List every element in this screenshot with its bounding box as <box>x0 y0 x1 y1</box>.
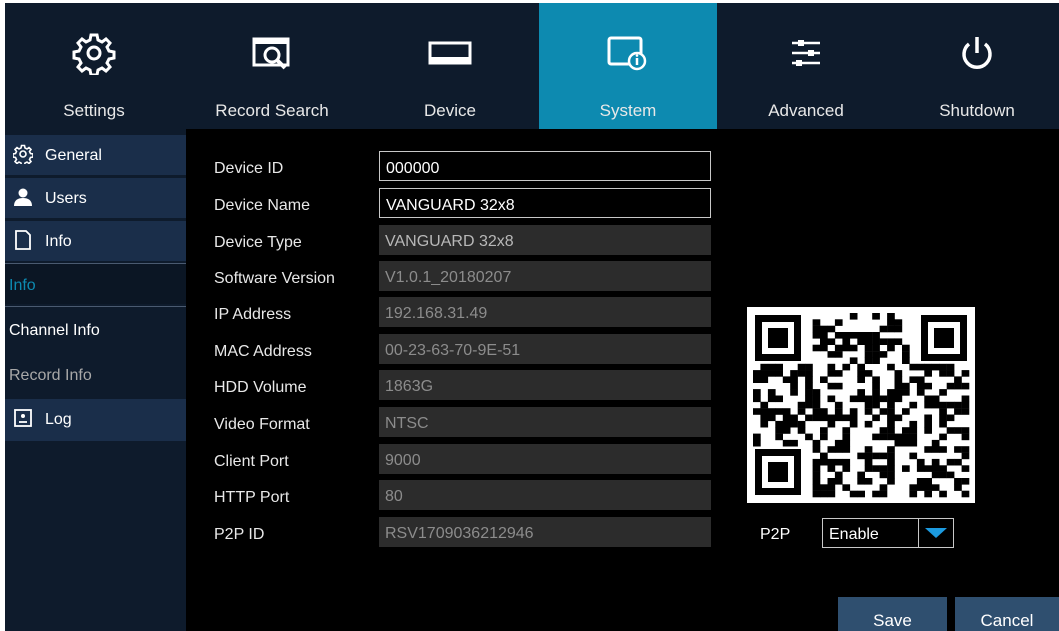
gear-icon <box>72 33 116 75</box>
tab-label: Record Search <box>215 101 329 120</box>
power-icon <box>962 37 992 69</box>
field-label: IP Address <box>214 306 292 323</box>
p2p-label: P2P <box>760 526 791 543</box>
top-navigation: Settings Record Search Device System Adv… <box>5 3 1059 129</box>
sidebar-subitem-record-info[interactable]: Record Info <box>5 353 186 397</box>
p2p-select-value: Enable <box>829 526 879 543</box>
sidebar-item-label: Record Info <box>9 367 92 384</box>
sidebar-item-label: Info <box>9 277 36 294</box>
field-label: HDD Volume <box>214 379 307 396</box>
chevron-down-icon <box>918 519 953 547</box>
save-button[interactable]: Save <box>838 597 947 631</box>
tab-label: Advanced <box>768 101 844 120</box>
p2p-select[interactable]: Enable <box>822 518 954 548</box>
field-device-id: Device ID 000000 <box>214 151 714 185</box>
qr-code <box>747 307 975 503</box>
field-video-format: Video Format NTSC <box>214 407 714 441</box>
field-label: Video Format <box>214 416 310 433</box>
tab-settings[interactable]: Settings <box>5 3 183 129</box>
field-label: HTTP Port <box>214 489 290 506</box>
sidebar-item-users[interactable]: Users <box>5 178 186 218</box>
gear-icon <box>13 144 33 164</box>
software-version-value: V1.0.1_20180207 <box>379 261 711 291</box>
user-icon <box>14 188 32 206</box>
hard-drive-icon <box>428 41 472 65</box>
log-icon <box>14 409 32 427</box>
field-hdd-volume: HDD Volume 1863G <box>214 370 714 404</box>
tab-device[interactable]: Device <box>361 3 539 129</box>
field-label: Device ID <box>214 160 284 177</box>
field-device-name: Device Name VANGUARD 32x8 <box>214 188 714 222</box>
sidebar-item-label: Channel Info <box>9 322 100 339</box>
client-port-value: 9000 <box>379 444 711 474</box>
sliders-icon <box>792 40 820 66</box>
http-port-value: 80 <box>379 480 711 510</box>
sidebar-item-general[interactable]: General <box>5 135 186 175</box>
sidebar-item-label: Info <box>45 233 72 250</box>
field-label: Device Type <box>214 234 302 251</box>
sidebar: General Users Info Info Channel Info Rec… <box>5 129 186 631</box>
sidebar-item-info[interactable]: Info <box>5 221 186 261</box>
field-label: P2P ID <box>214 526 265 543</box>
field-ip-address: IP Address 192.168.31.49 <box>214 297 714 331</box>
field-http-port: HTTP Port 80 <box>214 480 714 514</box>
tab-system[interactable]: System <box>539 3 717 129</box>
field-client-port: Client Port 9000 <box>214 444 714 478</box>
tab-shutdown[interactable]: Shutdown <box>895 3 1059 129</box>
document-icon <box>15 230 31 250</box>
hdd-volume-value: 1863G <box>379 370 711 400</box>
field-label: Software Version <box>214 270 335 287</box>
ip-address-value: 192.168.31.49 <box>379 297 711 327</box>
dvr-window: Settings Record Search Device System Adv… <box>5 3 1059 631</box>
tab-advanced[interactable]: Advanced <box>717 3 895 129</box>
p2p-id-value: RSV1709036212946 <box>379 517 711 547</box>
field-label: Device Name <box>214 197 311 214</box>
cancel-button[interactable]: Cancel <box>955 597 1059 631</box>
video-format-value: NTSC <box>379 407 711 437</box>
field-p2p-id: P2P ID RSV1709036212946 <box>214 517 714 551</box>
field-software-version: Software Version V1.0.1_20180207 <box>214 261 714 295</box>
field-device-type: Device Type VANGUARD 32x8 <box>214 225 714 259</box>
sidebar-item-label: Users <box>45 190 87 207</box>
device-type-value: VANGUARD 32x8 <box>379 225 711 255</box>
mac-address-value: 00-23-63-70-9E-51 <box>379 334 711 364</box>
field-label: Client Port <box>214 453 289 470</box>
field-label: MAC Address <box>214 343 312 360</box>
tab-label: System <box>599 101 657 120</box>
sidebar-item-label: Log <box>45 411 72 428</box>
sidebar-item-label: General <box>45 147 102 164</box>
sidebar-subitem-info[interactable]: Info <box>5 264 186 304</box>
tab-label: Device <box>424 101 476 120</box>
field-mac-address: MAC Address 00-23-63-70-9E-51 <box>214 334 714 368</box>
tab-record-search[interactable]: Record Search <box>183 3 361 129</box>
record-search-icon <box>252 37 290 70</box>
tab-label: Settings <box>63 101 125 120</box>
device-id-input[interactable]: 000000 <box>379 151 711 181</box>
tab-label: Shutdown <box>939 101 1015 120</box>
sidebar-subitem-channel-info[interactable]: Channel Info <box>5 307 186 351</box>
system-info-icon <box>607 36 647 71</box>
sidebar-item-log[interactable]: Log <box>5 399 186 441</box>
device-name-input[interactable]: VANGUARD 32x8 <box>379 188 711 218</box>
